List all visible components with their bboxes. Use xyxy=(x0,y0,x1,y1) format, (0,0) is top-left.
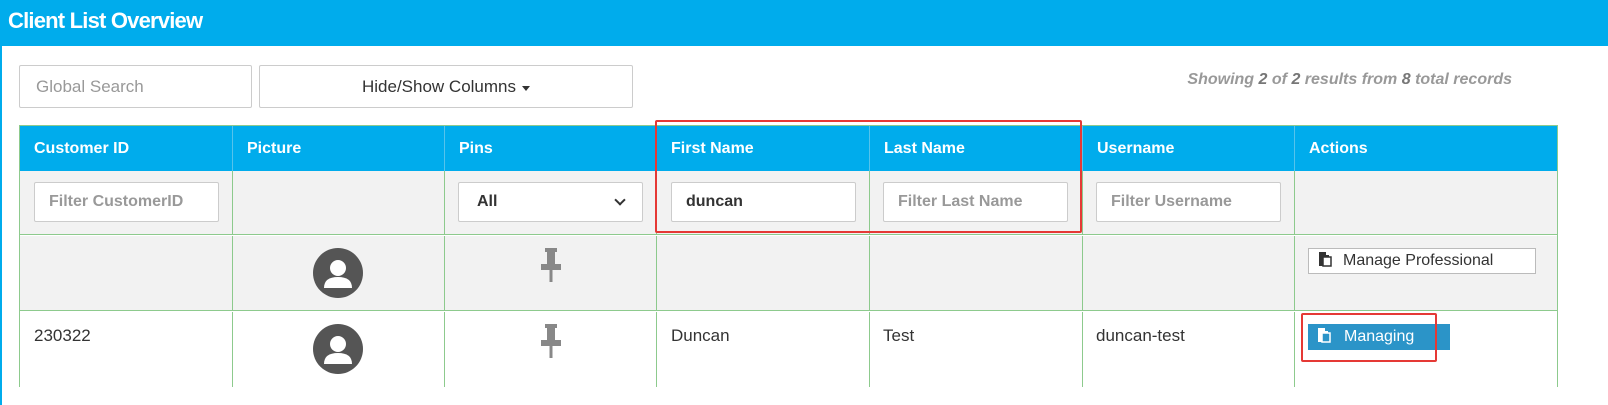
filter-row: All xyxy=(20,171,1557,235)
left-edge-divider xyxy=(0,46,2,405)
hide-show-columns-button[interactable]: Hide/Show Columns xyxy=(259,65,633,108)
filter-pins-select[interactable]: All xyxy=(458,182,643,222)
copy-icon xyxy=(1316,327,1332,348)
pushpin-icon[interactable] xyxy=(537,324,565,365)
chevron-down-icon xyxy=(614,194,626,206)
caret-down-icon xyxy=(522,85,530,91)
manage-professional-button[interactable]: Manage Professional xyxy=(1308,248,1536,274)
managing-button[interactable]: Managing xyxy=(1308,324,1450,350)
table-header-row: Customer ID Picture Pins First Name Last… xyxy=(20,126,1557,171)
column-header-pins[interactable]: Pins xyxy=(445,126,656,171)
results-summary: Showing 2 of 2 results from 8 total reco… xyxy=(1187,71,1512,88)
column-header-username[interactable]: Username xyxy=(1083,126,1294,171)
column-header-customer-id[interactable]: Customer ID xyxy=(20,126,232,171)
manage-professional-label: Manage Professional xyxy=(1343,252,1494,269)
column-header-last-name[interactable]: Last Name xyxy=(870,126,1082,171)
page-header: Client List Overview xyxy=(0,0,1608,46)
managing-label: Managing xyxy=(1344,328,1415,345)
copy-icon xyxy=(1317,251,1333,272)
filter-first-name-input[interactable] xyxy=(671,182,856,222)
column-header-first-name[interactable]: First Name xyxy=(657,126,869,171)
filter-last-name-input[interactable] xyxy=(883,182,1068,222)
column-header-actions[interactable]: Actions xyxy=(1295,126,1557,171)
column-header-picture[interactable]: Picture xyxy=(233,126,444,171)
cell-customer-id: 230322 xyxy=(34,326,91,345)
global-search-input[interactable] xyxy=(19,65,252,108)
user-avatar-icon xyxy=(313,248,363,298)
cell-last-name: Test xyxy=(883,326,915,345)
cell-username: duncan-test xyxy=(1096,326,1185,345)
table-row[interactable]: Manage Professional xyxy=(20,236,1557,311)
cell-first-name: Duncan xyxy=(671,326,730,345)
table-row[interactable]: 230322 Duncan Test duncan-test Managing xyxy=(20,312,1557,387)
hide-show-columns-label: Hide/Show Columns xyxy=(361,76,516,96)
page-title: Client List Overview xyxy=(8,8,203,33)
pushpin-icon[interactable] xyxy=(537,248,565,289)
filter-pins-selected: All xyxy=(477,193,498,210)
client-table: Customer ID Picture Pins First Name Last… xyxy=(19,125,1558,387)
filter-customer-id-input[interactable] xyxy=(34,182,219,222)
filter-username-input[interactable] xyxy=(1096,182,1281,222)
user-avatar-icon xyxy=(313,324,363,374)
